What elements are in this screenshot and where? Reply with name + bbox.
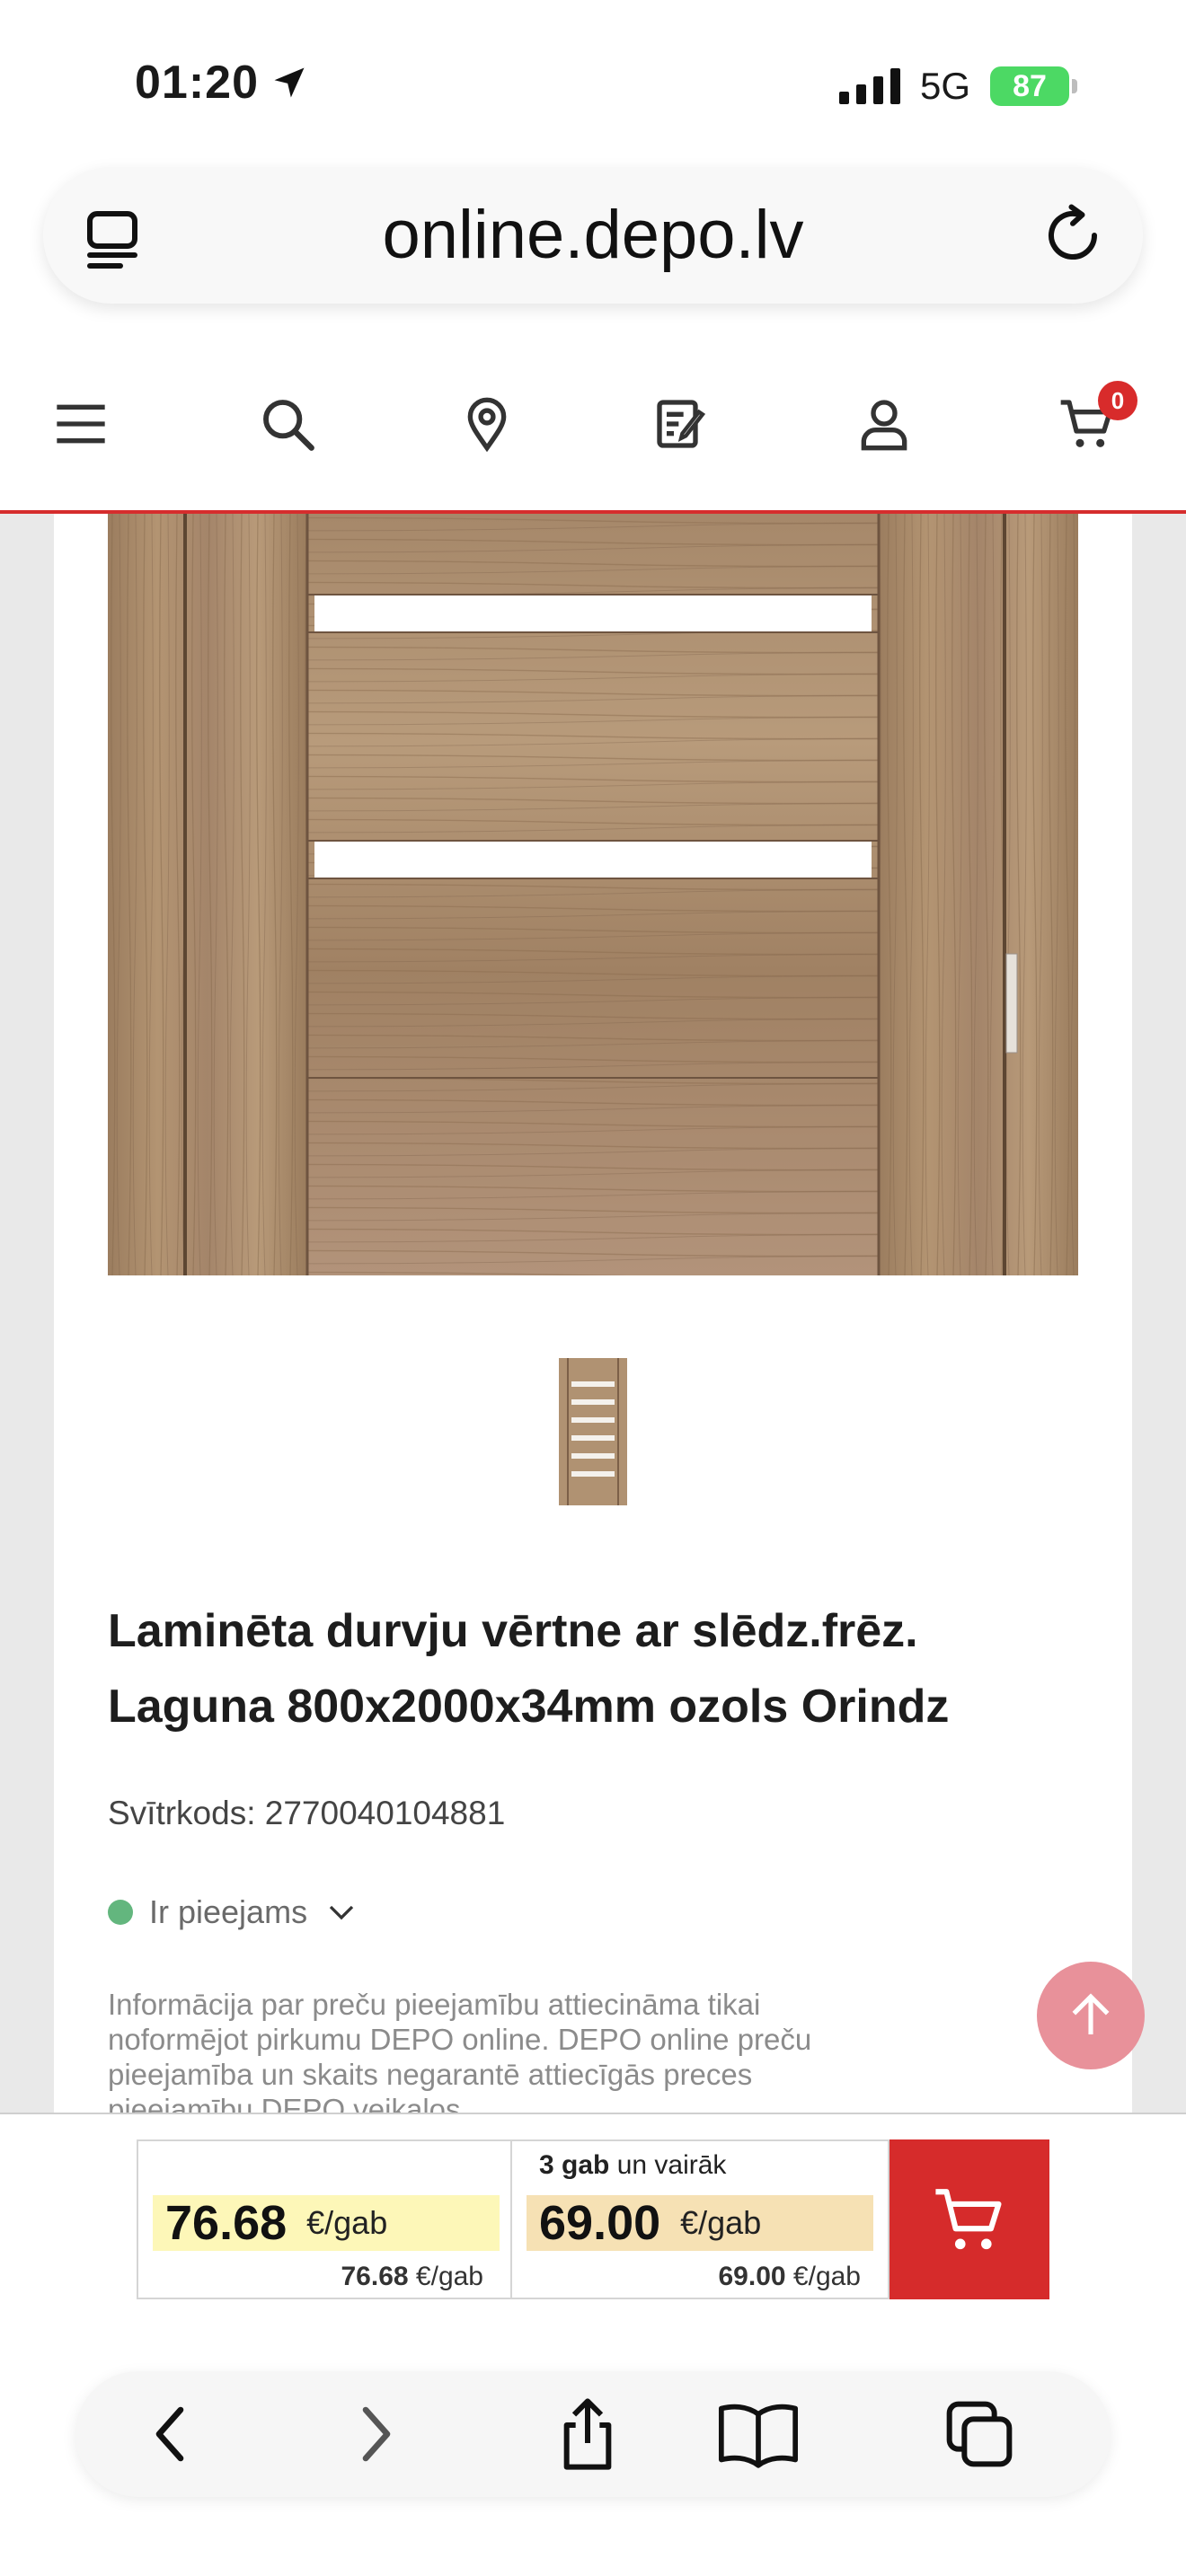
network-label: 5G bbox=[920, 65, 971, 107]
price-highlight: 69.00 €/gab bbox=[527, 2195, 873, 2251]
price-option-single[interactable]: 76.68 €/gab 76.68 €/gab bbox=[137, 2139, 512, 2299]
menu-icon[interactable] bbox=[52, 395, 110, 453]
url-text[interactable]: online.depo.lv bbox=[0, 196, 1186, 274]
arrow-up-icon bbox=[1072, 1993, 1110, 2034]
map-pin-icon[interactable] bbox=[458, 395, 516, 453]
barcode-text: Svītrkods: 2770040104881 bbox=[108, 1795, 506, 1831]
tabs-overview-icon[interactable] bbox=[943, 2398, 1015, 2470]
site-navigation bbox=[0, 341, 1186, 514]
edit-list-icon[interactable] bbox=[652, 395, 710, 453]
price-secondary: 69.00 €/gab bbox=[718, 2262, 862, 2291]
price-value: 69.00 bbox=[539, 2196, 661, 2250]
browser-toolbar bbox=[75, 2371, 1111, 2497]
back-icon[interactable] bbox=[140, 2402, 205, 2466]
page-gutter-left bbox=[0, 514, 54, 2113]
user-icon[interactable] bbox=[855, 395, 913, 453]
availability-label: Ir pieejams bbox=[149, 1893, 308, 1930]
chevron-down-icon bbox=[329, 1905, 354, 1920]
price-highlight: 76.68 €/gab bbox=[153, 2195, 500, 2251]
search-icon[interactable] bbox=[259, 395, 316, 453]
battery-cap bbox=[1072, 79, 1077, 93]
product-thumbnail[interactable] bbox=[559, 1358, 627, 1505]
price-unit: €/gab bbox=[680, 2204, 762, 2241]
price-secondary: 76.68 €/gab bbox=[341, 2262, 484, 2291]
cart-count-badge: 0 bbox=[1098, 381, 1137, 420]
bulk-quantity-label: 3 gab un vairāk bbox=[539, 2150, 727, 2180]
product-title: Laminēta durvju vērtne ar slēdz.frēz. La… bbox=[108, 1605, 950, 1733]
share-icon[interactable] bbox=[552, 2395, 624, 2474]
forward-icon[interactable] bbox=[341, 2402, 406, 2466]
price-option-bulk[interactable]: 3 gab un vairāk 69.00 €/gab 69.00 €/gab bbox=[512, 2139, 890, 2299]
price-value: 76.68 bbox=[165, 2196, 288, 2250]
bookmarks-icon[interactable] bbox=[715, 2400, 801, 2468]
add-to-cart-button[interactable] bbox=[890, 2139, 1049, 2299]
reload-icon[interactable] bbox=[1040, 203, 1105, 268]
status-time: 01:20 bbox=[135, 57, 259, 109]
availability-info: Informācija par preču pieejamību attieci… bbox=[108, 1988, 812, 2120]
signal-icon bbox=[839, 68, 900, 104]
availability-dot bbox=[108, 1900, 133, 1925]
availability-toggle[interactable]: Ir pieejams bbox=[108, 1893, 358, 1931]
scroll-to-top-button[interactable] bbox=[1037, 1962, 1145, 2069]
price-unit: €/gab bbox=[306, 2204, 388, 2241]
page-gutter-right bbox=[1132, 514, 1186, 2113]
product-image[interactable] bbox=[108, 514, 1078, 1275]
battery-indicator: 87 bbox=[990, 66, 1069, 106]
location-arrow-icon bbox=[274, 67, 305, 98]
cart-icon bbox=[935, 2189, 1002, 2250]
